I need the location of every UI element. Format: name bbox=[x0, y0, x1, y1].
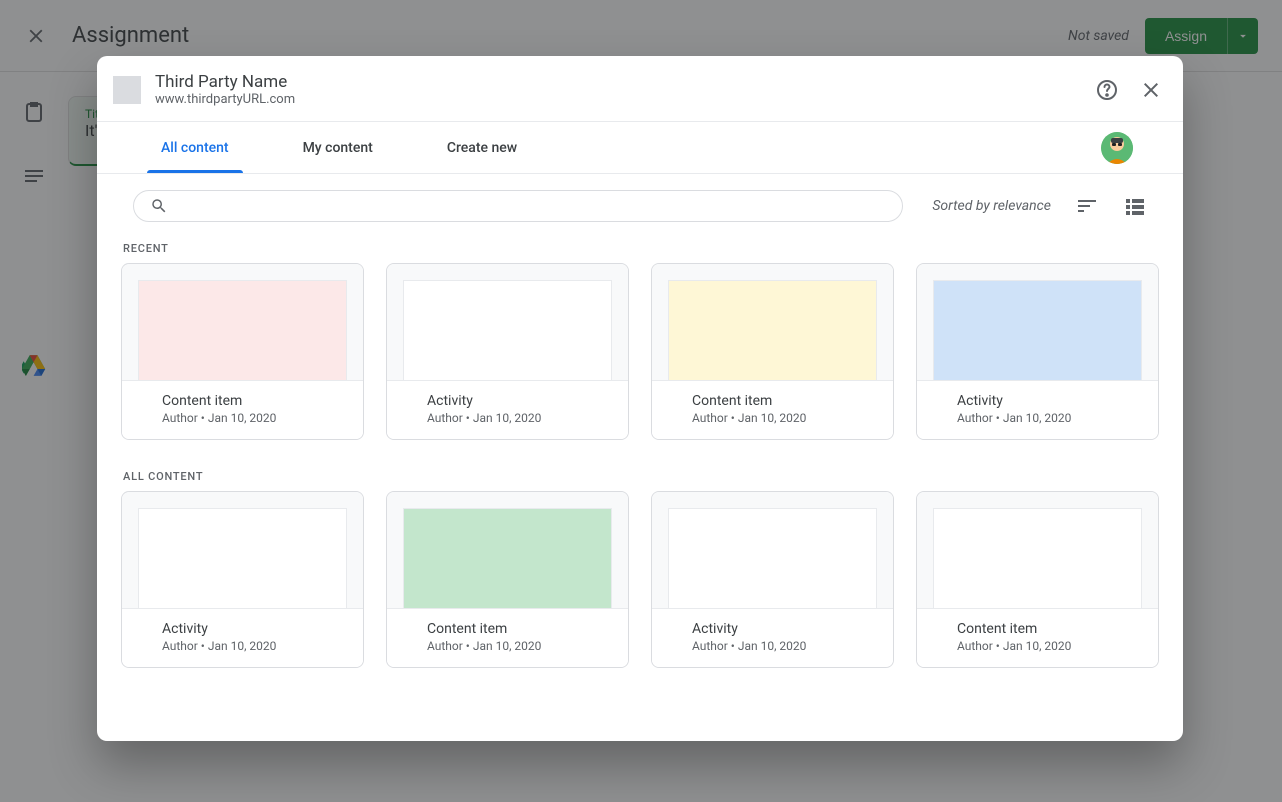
help-icon[interactable] bbox=[1095, 78, 1119, 102]
list-view-icon[interactable] bbox=[1123, 194, 1147, 218]
section-recent-label: RECENT bbox=[121, 242, 1159, 255]
card-thumbnail bbox=[138, 280, 347, 380]
content-card[interactable]: Content item Author • Jan 10, 2020 bbox=[121, 263, 364, 440]
card-thumbnail bbox=[933, 280, 1142, 380]
card-meta: Author • Jan 10, 2020 bbox=[427, 639, 588, 653]
card-thumbnail bbox=[668, 280, 877, 380]
card-title: Content item bbox=[427, 621, 588, 637]
all-grid: ActivityAuthor • Jan 10, 2020Content ite… bbox=[121, 491, 1159, 668]
recent-grid: Content itemAuthor • Jan 10, 2020Activit… bbox=[121, 263, 1159, 440]
card-thumbnail bbox=[933, 508, 1142, 608]
modal-header: Third Party Name www.thirdpartyURL.com bbox=[97, 56, 1183, 122]
search-icon bbox=[150, 197, 168, 215]
card-title: Activity bbox=[162, 621, 323, 637]
card-title: Content item bbox=[692, 393, 853, 409]
card-thumbnail bbox=[138, 508, 347, 608]
card-title: Content item bbox=[957, 621, 1118, 637]
card-meta: Author • Jan 10, 2020 bbox=[162, 639, 323, 653]
third-party-logo bbox=[113, 76, 141, 104]
section-all-label: ALL CONTENT bbox=[121, 470, 1159, 483]
content-area: RECENT Content item Author • Jan 10, 2020… bbox=[97, 222, 1183, 718]
card-meta: Author • Jan 10, 2020 bbox=[957, 411, 1118, 425]
content-card[interactable]: Content item Author • Jan 10, 2020 bbox=[916, 491, 1159, 668]
content-card[interactable]: Activity Author • Jan 10, 2020 bbox=[651, 491, 894, 668]
content-card[interactable]: Content item Author • Jan 10, 2020 bbox=[651, 263, 894, 440]
content-card[interactable]: Activity Author • Jan 10, 2020 bbox=[386, 263, 629, 440]
content-card[interactable]: Activity Author • Jan 10, 2020 bbox=[916, 263, 1159, 440]
card-title: Activity bbox=[692, 621, 853, 637]
card-thumbnail bbox=[403, 280, 612, 380]
toolbar: Sorted by relevance bbox=[97, 174, 1183, 222]
card-title: Content item bbox=[162, 393, 323, 409]
card-title: Activity bbox=[957, 393, 1118, 409]
modal-title: Third Party Name bbox=[155, 72, 1095, 92]
tab-my-content[interactable]: My content bbox=[289, 122, 387, 173]
card-meta: Author • Jan 10, 2020 bbox=[162, 411, 323, 425]
card-meta: Author • Jan 10, 2020 bbox=[957, 639, 1118, 653]
tab-all-content[interactable]: All content bbox=[147, 122, 243, 173]
sort-icon[interactable] bbox=[1075, 194, 1099, 218]
modal-subtitle: www.thirdpartyURL.com bbox=[155, 92, 1095, 107]
card-meta: Author • Jan 10, 2020 bbox=[427, 411, 588, 425]
card-thumbnail bbox=[668, 508, 877, 608]
card-meta: Author • Jan 10, 2020 bbox=[692, 411, 853, 425]
card-thumbnail bbox=[403, 508, 612, 608]
tabs: All content My content Create new bbox=[97, 122, 1183, 174]
content-card[interactable]: Content item Author • Jan 10, 2020 bbox=[386, 491, 629, 668]
search-input[interactable] bbox=[178, 198, 886, 214]
sort-label: Sorted by relevance bbox=[932, 198, 1051, 214]
avatar[interactable] bbox=[1101, 132, 1133, 164]
content-card[interactable]: Activity Author • Jan 10, 2020 bbox=[121, 491, 364, 668]
card-meta: Author • Jan 10, 2020 bbox=[692, 639, 853, 653]
tab-create-new[interactable]: Create new bbox=[433, 122, 531, 173]
search-box[interactable] bbox=[133, 190, 903, 222]
card-title: Activity bbox=[427, 393, 588, 409]
close-modal-icon[interactable] bbox=[1139, 78, 1163, 102]
content-picker-modal: Third Party Name www.thirdpartyURL.com A… bbox=[97, 56, 1183, 741]
